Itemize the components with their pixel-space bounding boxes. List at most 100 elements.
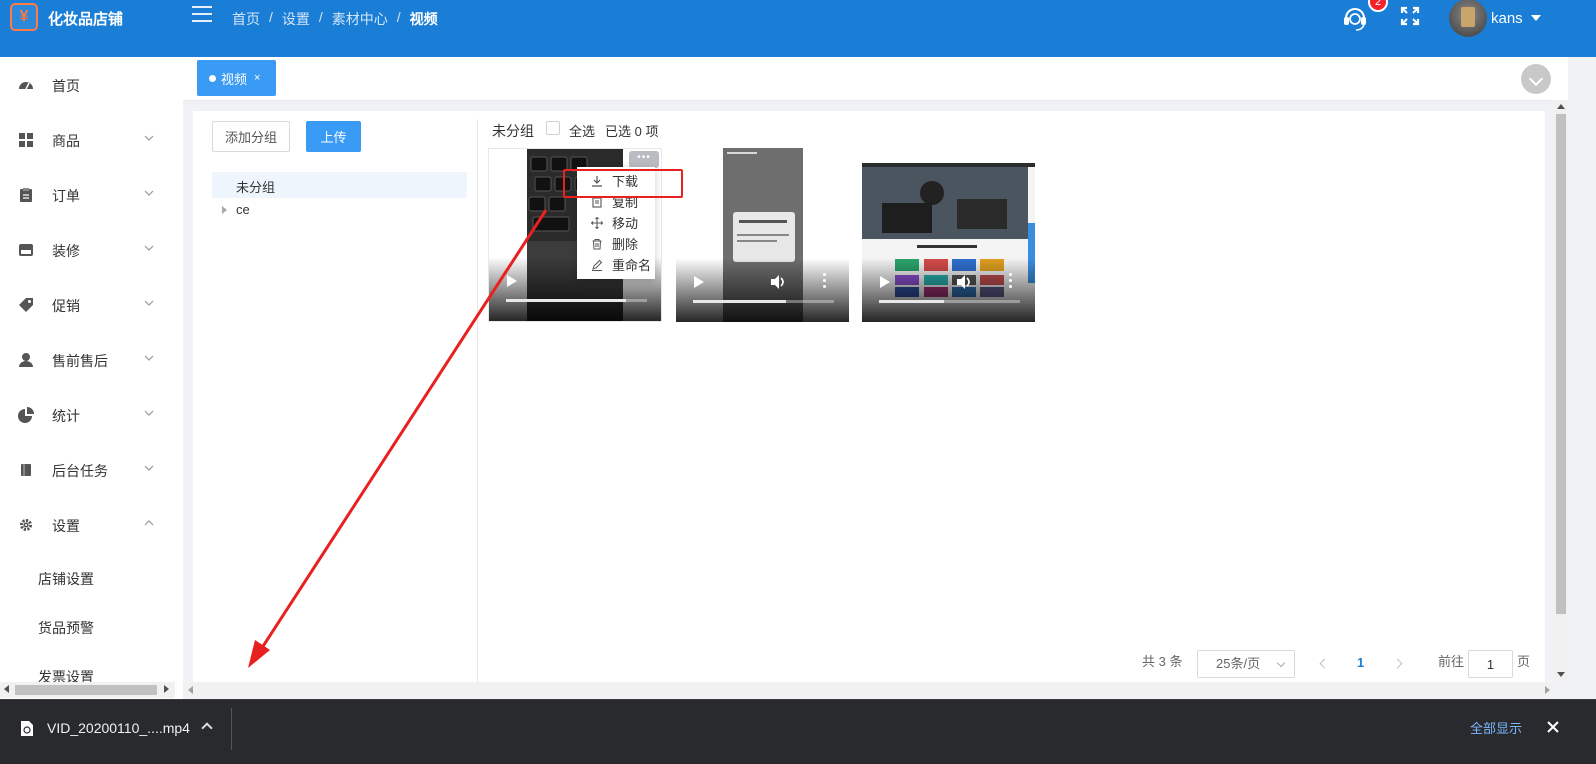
- group-item-ungrouped[interactable]: 未分组: [212, 172, 467, 198]
- panel-divider: [477, 119, 478, 684]
- next-page-icon[interactable]: [1392, 658, 1403, 669]
- scroll-up-icon[interactable]: [1557, 104, 1565, 109]
- chevron-down-icon: [144, 355, 154, 361]
- select-all-label[interactable]: 全选: [569, 121, 595, 140]
- page-suffix: 页: [1517, 654, 1531, 669]
- sidebar-item-promotion[interactable]: 促销: [0, 285, 183, 325]
- sidebar-item-products[interactable]: 商品: [0, 120, 183, 160]
- trash-icon: [592, 238, 602, 249]
- menu-toggle-icon[interactable]: [192, 6, 212, 22]
- video-controls: [862, 258, 1035, 322]
- current-group-title: 未分组: [492, 123, 534, 139]
- sidebar-item-tasks[interactable]: 后台任务: [0, 450, 183, 490]
- chevron-down-icon: [144, 300, 154, 306]
- chevron-up-icon[interactable]: [201, 722, 213, 734]
- app-title: 化妆品店铺: [48, 11, 124, 28]
- pie-chart-icon: [18, 407, 34, 423]
- video-more-options-icon[interactable]: [823, 273, 827, 289]
- sidebar-item-decoration[interactable]: 装修: [0, 230, 183, 270]
- expand-arrow-icon[interactable]: [222, 206, 227, 214]
- grid-icon: [19, 133, 33, 147]
- select-all-checkbox[interactable]: [546, 121, 560, 135]
- breadcrumb-home[interactable]: 首页: [232, 9, 260, 29]
- sidebar-subitem-stock-alert[interactable]: 货品预警: [0, 607, 183, 647]
- video-card[interactable]: [862, 148, 1035, 322]
- goto-page-input[interactable]: [1468, 650, 1513, 678]
- volume-icon[interactable]: [769, 273, 787, 291]
- page-number-current[interactable]: 1: [1357, 655, 1364, 670]
- scrollbar-thumb[interactable]: [1556, 114, 1566, 614]
- fullscreen-icon[interactable]: [1399, 5, 1421, 27]
- user-name: kans: [1491, 9, 1523, 27]
- chevron-down-icon: [144, 465, 154, 471]
- video-player[interactable]: [862, 163, 1035, 322]
- show-all-downloads-button[interactable]: 全部显示: [1458, 714, 1534, 744]
- close-icon[interactable]: ×: [254, 72, 260, 84]
- scroll-right-icon[interactable]: [164, 685, 169, 693]
- dashboard-icon: [19, 82, 33, 90]
- play-icon[interactable]: [507, 275, 517, 287]
- top-header: ¥ 化妆品店铺 首页 / 设置 / 素材中心 / 视频 2 kans: [0, 0, 1596, 57]
- menu-item-rename[interactable]: 重命名: [577, 254, 655, 275]
- add-group-button[interactable]: 添加分组: [212, 121, 290, 152]
- avatar: [1449, 0, 1487, 37]
- volume-icon[interactable]: [955, 273, 973, 291]
- chevron-down-icon: [144, 245, 154, 251]
- tab-video[interactable]: 视频 ×: [197, 60, 276, 96]
- play-icon[interactable]: [880, 276, 890, 288]
- video-progress-bar[interactable]: [879, 300, 1020, 303]
- breadcrumb-video: 视频: [409, 11, 438, 27]
- chevron-up-icon: [144, 520, 154, 526]
- video-progress-bar[interactable]: [506, 299, 647, 302]
- menu-item-move[interactable]: 移动: [577, 212, 655, 233]
- video-progress-bar[interactable]: [693, 300, 834, 303]
- logo-icon: ¥: [10, 3, 38, 31]
- card-more-button[interactable]: •••: [629, 151, 659, 168]
- sidebar-subitem-store-settings[interactable]: 店铺设置: [0, 558, 183, 598]
- video-controls: [676, 258, 849, 322]
- download-divider: [231, 708, 232, 750]
- breadcrumb-material-center[interactable]: 素材中心: [332, 9, 388, 29]
- caret-down-icon: [1530, 15, 1541, 21]
- prev-page-icon[interactable]: [1319, 658, 1330, 669]
- user-menu[interactable]: kans: [1449, 0, 1541, 37]
- main-vertical-scrollbar[interactable]: [1554, 100, 1568, 682]
- scroll-right-icon[interactable]: [1545, 686, 1550, 694]
- customer-service-icon[interactable]: [1340, 2, 1370, 32]
- clipboard-icon: [20, 188, 32, 202]
- rename-icon: [592, 259, 603, 271]
- scroll-left-icon[interactable]: [188, 686, 193, 694]
- sidebar-item-settings[interactable]: 设置: [0, 505, 183, 545]
- file-icon: [21, 721, 33, 736]
- sidebar-horizontal-scrollbar[interactable]: [0, 682, 175, 698]
- breadcrumb-settings[interactable]: 设置: [282, 9, 310, 29]
- sidebar-item-orders[interactable]: 订单: [0, 175, 183, 215]
- video-progress-fill: [879, 300, 944, 303]
- menu-item-delete[interactable]: 删除: [577, 233, 655, 254]
- play-icon[interactable]: [694, 276, 704, 288]
- scroll-left-icon[interactable]: [4, 685, 9, 693]
- video-progress-fill: [506, 299, 626, 302]
- sidebar-item-home[interactable]: 首页: [0, 65, 183, 105]
- video-player[interactable]: [676, 148, 849, 322]
- sidebar: 首页 商品 订单 装修 促销 售前售后 统计 后台任务 设置 店铺设置 货品预警…: [0, 57, 183, 699]
- video-card[interactable]: [676, 148, 849, 322]
- chevron-down-icon: [144, 410, 154, 416]
- download-highlight-box: [563, 169, 683, 198]
- sidebar-item-after-sales[interactable]: 售前售后: [0, 340, 183, 380]
- download-file-name[interactable]: VID_20200110_....mp4: [47, 720, 190, 736]
- group-item-ce[interactable]: ce: [212, 197, 467, 223]
- scrollbar-thumb[interactable]: [15, 685, 157, 695]
- scroll-down-icon[interactable]: [1557, 672, 1565, 677]
- video-more-options-icon[interactable]: [1009, 273, 1013, 289]
- close-icon[interactable]: [1545, 719, 1561, 735]
- store-icon: [19, 244, 33, 256]
- book-icon: [21, 464, 31, 476]
- page-size-select[interactable]: 25条/页: [1197, 650, 1295, 678]
- tabs-dropdown-icon[interactable]: [1521, 64, 1551, 94]
- upload-button[interactable]: 上传: [306, 121, 361, 152]
- sidebar-item-statistics[interactable]: 统计: [0, 395, 183, 435]
- goto-label: 前往: [1438, 654, 1465, 669]
- main-horizontal-scrollbar[interactable]: [183, 682, 1554, 698]
- chevron-down-icon: [144, 190, 154, 196]
